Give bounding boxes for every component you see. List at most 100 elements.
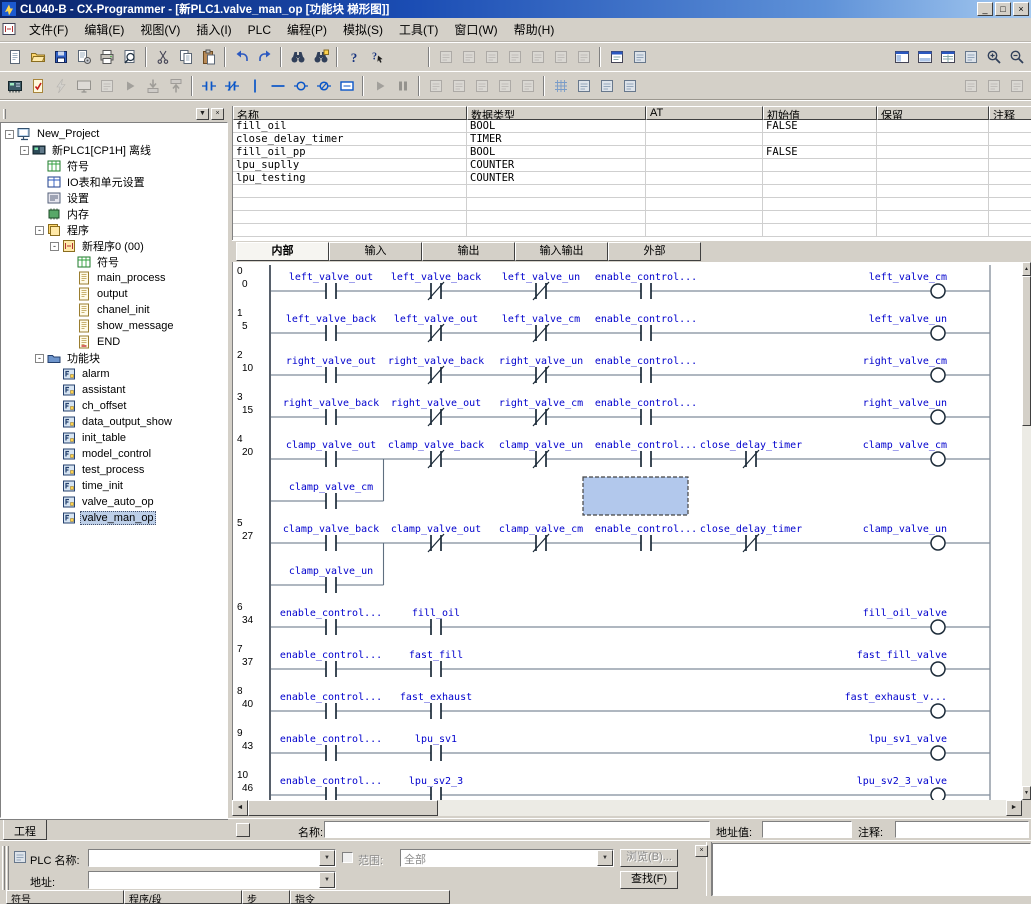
show-grid-button[interactable]	[549, 75, 572, 97]
var-table-header-0[interactable]: 名称	[233, 106, 467, 120]
var-table-cell[interactable]	[467, 198, 646, 211]
var-table-header-2[interactable]: AT	[646, 106, 763, 120]
var-table-cell[interactable]	[877, 120, 989, 133]
ladder-contact-left_valve_cm[interactable]: left_valve_cm	[502, 314, 580, 342]
tree-item-section-show-message[interactable]: show_message	[1, 318, 227, 334]
address-value-field[interactable]	[762, 821, 852, 838]
toggle-address-reference-button[interactable]	[959, 46, 982, 68]
menu-item-9[interactable]: 帮助(H)	[506, 20, 563, 40]
var-table-cell[interactable]	[877, 133, 989, 146]
ladder-contact-clamp_valve_back[interactable]: clamp_valve_back	[388, 440, 484, 468]
ladder-contact-right_valve_out[interactable]: right_valve_out	[391, 398, 481, 426]
name-field[interactable]	[324, 821, 710, 838]
tree-item-fb-init-table[interactable]: init_table	[1, 430, 227, 446]
tree-item-programs[interactable]: -程序	[1, 222, 227, 238]
tree-item-program-0[interactable]: -新程序0 (00)	[1, 238, 227, 254]
vertical-line-button[interactable]	[243, 75, 266, 97]
var-table-cell[interactable]	[233, 198, 467, 211]
tree-expand-icon[interactable]: -	[5, 130, 14, 139]
var-table-cell[interactable]	[989, 211, 1031, 224]
comment-field[interactable]	[895, 821, 1029, 838]
ladder-contact-close_delay_timer[interactable]: close_delay_timer	[700, 440, 802, 468]
fb-tab-0[interactable]: 内部	[236, 242, 329, 261]
horizontal-line-button[interactable]	[266, 75, 289, 97]
tree-expand-icon[interactable]: -	[50, 242, 59, 251]
zoom-in-button[interactable]	[982, 46, 1005, 68]
switch-view-button[interactable]	[628, 46, 651, 68]
force-off-button[interactable]	[447, 75, 470, 97]
var-table-cell[interactable]	[989, 159, 1031, 172]
view-section-list-button[interactable]	[480, 46, 503, 68]
result-column-1[interactable]: 程序/段	[124, 890, 242, 904]
var-table-cell[interactable]	[989, 133, 1031, 146]
menu-item-2[interactable]: 视图(V)	[132, 20, 188, 40]
ladder-contact-right_valve_back[interactable]: right_valve_back	[283, 398, 379, 425]
ladder-coil-clamp_valve_un[interactable]: clamp_valve_un	[863, 524, 947, 550]
scroll-right-button[interactable]: ►	[1006, 800, 1022, 816]
browse-button[interactable]: 浏览(B)...	[620, 849, 678, 867]
find-button[interactable]	[286, 46, 309, 68]
maximize-button[interactable]: □	[995, 2, 1011, 16]
var-table-cell[interactable]: fill_oil_pp	[233, 146, 467, 159]
info-bar-grip[interactable]	[236, 823, 250, 837]
tree-item-fb-valve-auto-op[interactable]: valve_auto_op	[1, 494, 227, 510]
tree-item-settings[interactable]: 设置	[1, 190, 227, 206]
var-table-cell[interactable]: BOOL	[467, 120, 646, 133]
var-table-cell[interactable]	[989, 185, 1031, 198]
tree-item-plc-new-plc1[interactable]: -新PLC1[CP1H] 离线	[1, 142, 227, 158]
var-table-cell[interactable]	[233, 211, 467, 224]
toggle-watch-window-button[interactable]	[936, 46, 959, 68]
var-table-header-4[interactable]: 保留	[877, 106, 989, 120]
menu-item-5[interactable]: 编程(P)	[279, 20, 335, 40]
instruction-box-button[interactable]	[335, 75, 358, 97]
dropdown-icon[interactable]: ▼	[319, 872, 335, 888]
var-table-cell[interactable]: COUNTER	[467, 159, 646, 172]
ladder-contact-clamp_valve_out[interactable]: clamp_valve_out	[286, 440, 376, 467]
panel-close-button[interactable]: ×	[211, 108, 224, 120]
save-project-button[interactable]	[49, 46, 72, 68]
var-table-cell[interactable]	[989, 146, 1031, 159]
var-table-header-3[interactable]: 初始值	[763, 106, 877, 120]
tree-expand-icon[interactable]: -	[35, 354, 44, 363]
scope-combo[interactable]: 全部 ▼	[400, 849, 614, 867]
force-on-button[interactable]	[424, 75, 447, 97]
tree-item-symbols-global[interactable]: 符号	[1, 158, 227, 174]
contact-nc-button[interactable]	[220, 75, 243, 97]
var-table-cell[interactable]: FALSE	[763, 146, 877, 159]
address-combo[interactable]: ▼	[88, 871, 336, 889]
panel-menu-button[interactable]: ▼	[196, 108, 209, 120]
dropdown-icon[interactable]: ▼	[319, 850, 335, 866]
var-table-cell[interactable]	[646, 172, 763, 185]
fb-tab-1[interactable]: 输入	[329, 242, 422, 261]
transfer-from-plc-button[interactable]	[164, 75, 187, 97]
menu-item-7[interactable]: 工具(T)	[391, 20, 446, 40]
var-table-cell[interactable]: TIMER	[467, 133, 646, 146]
var-table-cell[interactable]: BOOL	[467, 146, 646, 159]
ladder-contact-left_valve_back[interactable]: left_valve_back	[286, 314, 376, 341]
show-properties-button[interactable]	[605, 46, 628, 68]
new-file-button[interactable]	[3, 46, 26, 68]
var-table-cell[interactable]	[646, 159, 763, 172]
fb-tab-2[interactable]: 输出	[422, 242, 515, 261]
show-rung-annotations-button[interactable]	[618, 75, 641, 97]
pause-simulation-button[interactable]	[391, 75, 414, 97]
dropdown-icon[interactable]: ▼	[597, 850, 613, 866]
redo-button[interactable]	[253, 46, 276, 68]
view-io-comment-button[interactable]	[503, 46, 526, 68]
replace-button[interactable]	[309, 46, 332, 68]
var-table-cell[interactable]: lpu_testing	[233, 172, 467, 185]
ladder-contact-enable_control...[interactable]: enable_control...	[280, 650, 382, 677]
zoom-out-button[interactable]	[1005, 46, 1028, 68]
ladder-contact-fast_exhaust[interactable]: fast_exhaust	[400, 692, 472, 719]
var-table-cell[interactable]	[989, 198, 1031, 211]
tree-item-fb-ch-offset[interactable]: ch_offset	[1, 398, 227, 414]
var-table-header-5[interactable]: 注释	[989, 106, 1031, 120]
send-changes-button[interactable]	[982, 75, 1005, 97]
result-column-3[interactable]: 指令	[290, 890, 450, 904]
menu-item-0[interactable]: 文件(F)	[21, 20, 76, 40]
ladder-contact-clamp_valve_cm[interactable]: clamp_valve_cm	[289, 482, 373, 509]
vertical-scroll-thumb[interactable]	[1022, 276, 1031, 426]
run-simulation-button[interactable]	[368, 75, 391, 97]
contact-no-button[interactable]	[197, 75, 220, 97]
ladder-contact-right_valve_back[interactable]: right_valve_back	[388, 356, 484, 384]
